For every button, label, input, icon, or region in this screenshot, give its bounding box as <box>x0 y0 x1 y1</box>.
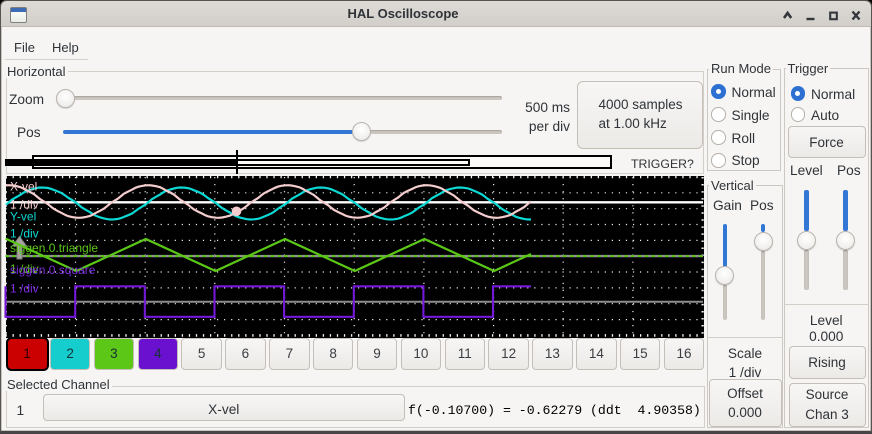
svg-text:1 /div: 1 /div <box>10 227 39 241</box>
svg-text:1 /div: 1 /div <box>10 282 39 296</box>
svg-text:Y-vel: Y-vel <box>10 210 36 224</box>
svg-text:siggen.0.triangle: siggen.0.triangle <box>10 241 98 255</box>
svg-text:siggen.0.square: siggen.0.square <box>10 263 96 277</box>
svg-text:X-vel: X-vel <box>10 180 37 194</box>
